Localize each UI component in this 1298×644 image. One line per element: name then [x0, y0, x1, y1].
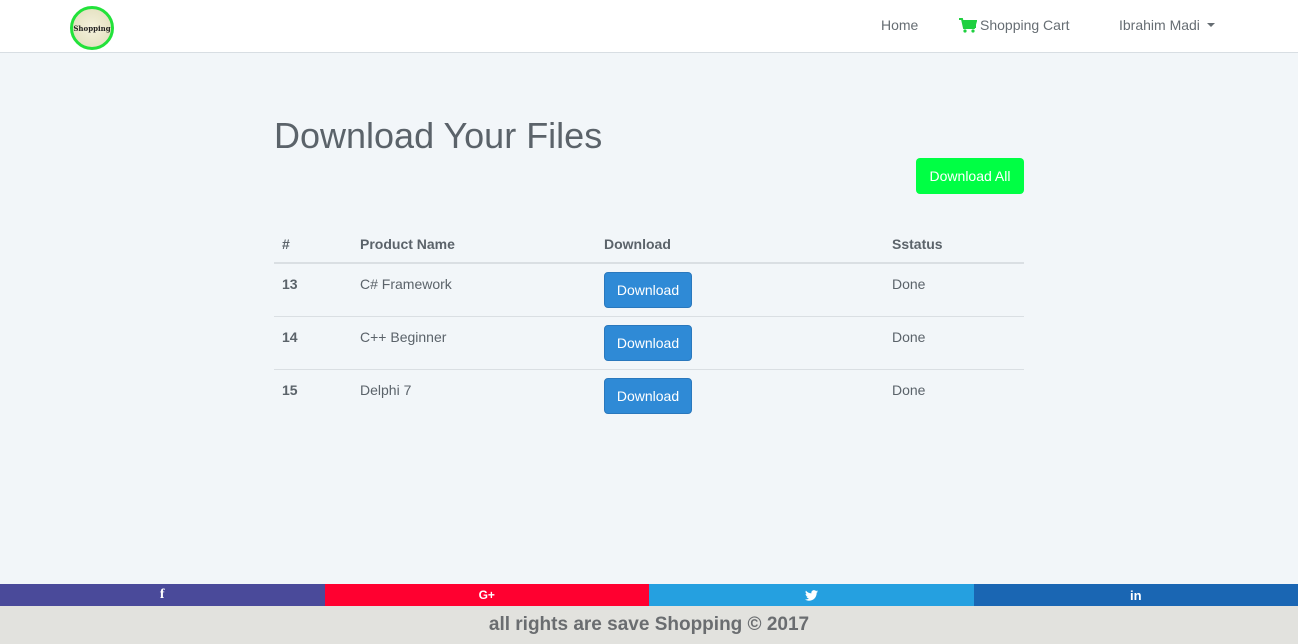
google-plus-link[interactable]: G+ [324, 584, 649, 606]
twitter-icon [804, 589, 818, 601]
user-menu-dropdown[interactable]: Ibrahim Madi [1119, 17, 1215, 33]
facebook-icon: f [159, 587, 165, 602]
page-title: Download Your Files [274, 115, 603, 156]
status-text: Done [884, 368, 1024, 422]
row-number: 15 [274, 368, 352, 422]
user-name: Ibrahim Madi [1119, 17, 1200, 33]
table-row: 13 C# Framework Download Done [274, 263, 1024, 316]
product-name: C++ Beginner [352, 315, 596, 369]
twitter-link[interactable] [649, 584, 974, 606]
row-number: 13 [282, 276, 298, 292]
footer: all rights are save Shopping © 2017 [0, 606, 1298, 644]
download-all-button[interactable]: Download All [916, 158, 1024, 194]
google-plus-icon: G+ [478, 588, 495, 602]
linkedin-icon: in [1129, 587, 1142, 603]
nav-cart-link[interactable]: Shopping Cart [959, 17, 1070, 33]
nav-cart-label: Shopping Cart [980, 17, 1070, 33]
nav-home-link[interactable]: Home [881, 17, 918, 33]
download-button[interactable]: Download [604, 377, 692, 414]
copyright-text: all rights are save Shopping © 2017 [488, 614, 810, 635]
linkedin-link[interactable]: in [973, 584, 1298, 606]
download-button[interactable]: Download [604, 272, 692, 308]
social-links-bar: f G+ in [0, 584, 1298, 606]
product-name: C# Framework [360, 276, 452, 292]
table-row: 15 Delphi 7 Download Done [274, 368, 1024, 422]
chevron-down-icon [1206, 23, 1215, 27]
downloads-table: # Product Name Download Sstatus 13 C# Fr… [274, 226, 1024, 422]
column-header-download: Download [596, 226, 884, 264]
column-header-status: Sstatus [884, 226, 1024, 264]
status-text: Done [892, 276, 926, 292]
facebook-link[interactable]: f [0, 584, 325, 606]
row-number: 14 [274, 315, 352, 369]
table-header-row: # Product Name Download Sstatus [274, 226, 1024, 264]
download-button[interactable]: Download [604, 324, 692, 361]
status-text: Done [884, 315, 1024, 369]
column-header-number: # [274, 226, 352, 264]
cart-icon [959, 17, 977, 33]
navbar: Shopping Home Shopping Cart Ibrahim Madi [0, 0, 1298, 53]
shopping-logo[interactable]: Shopping [70, 6, 114, 50]
product-name: Delphi 7 [352, 368, 596, 422]
logo-text: Shopping [73, 23, 111, 33]
column-header-product-name: Product Name [352, 226, 596, 264]
table-row: 14 C++ Beginner Download Done [274, 315, 1024, 369]
